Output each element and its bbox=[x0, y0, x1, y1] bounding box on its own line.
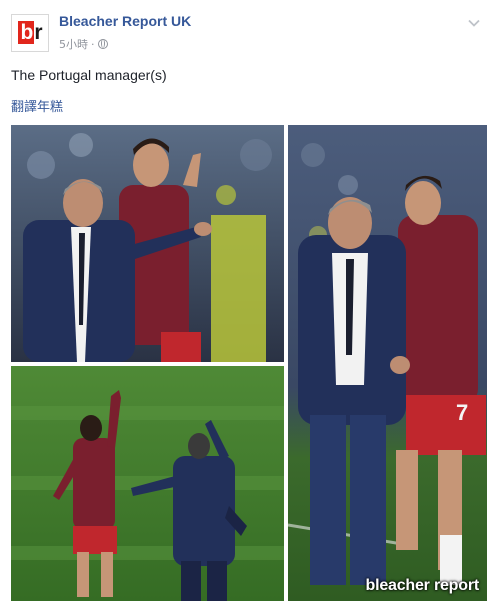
post-photo-collage[interactable]: 7 bleacher report bbox=[11, 125, 487, 601]
see-translation-link[interactable]: 翻譯年糕 bbox=[11, 96, 63, 115]
page-name-link[interactable]: Bleacher Report UK bbox=[59, 13, 191, 29]
post-meta: 5小時 · bbox=[59, 36, 108, 52]
photo-panel-sideline-shouting bbox=[11, 125, 284, 362]
watermark-text: bleacher report bbox=[365, 577, 480, 594]
post-caption: The Portugal manager(s) bbox=[11, 67, 167, 83]
svg-text:7: 7 bbox=[456, 400, 468, 425]
page-avatar[interactable]: br bbox=[11, 14, 49, 52]
bleacher-report-logo: br bbox=[18, 21, 43, 44]
facebook-post: br Bleacher Report UK 5小時 · The Portugal… bbox=[0, 0, 493, 613]
chevron-down-icon[interactable] bbox=[467, 16, 481, 30]
photo-panel-embrace: 7 bbox=[288, 125, 487, 601]
photo-panel-pitch-gesturing bbox=[11, 366, 284, 601]
post-timestamp[interactable]: 5小時 bbox=[59, 36, 88, 52]
meta-separator: · bbox=[91, 37, 95, 51]
globe-icon bbox=[97, 39, 108, 49]
